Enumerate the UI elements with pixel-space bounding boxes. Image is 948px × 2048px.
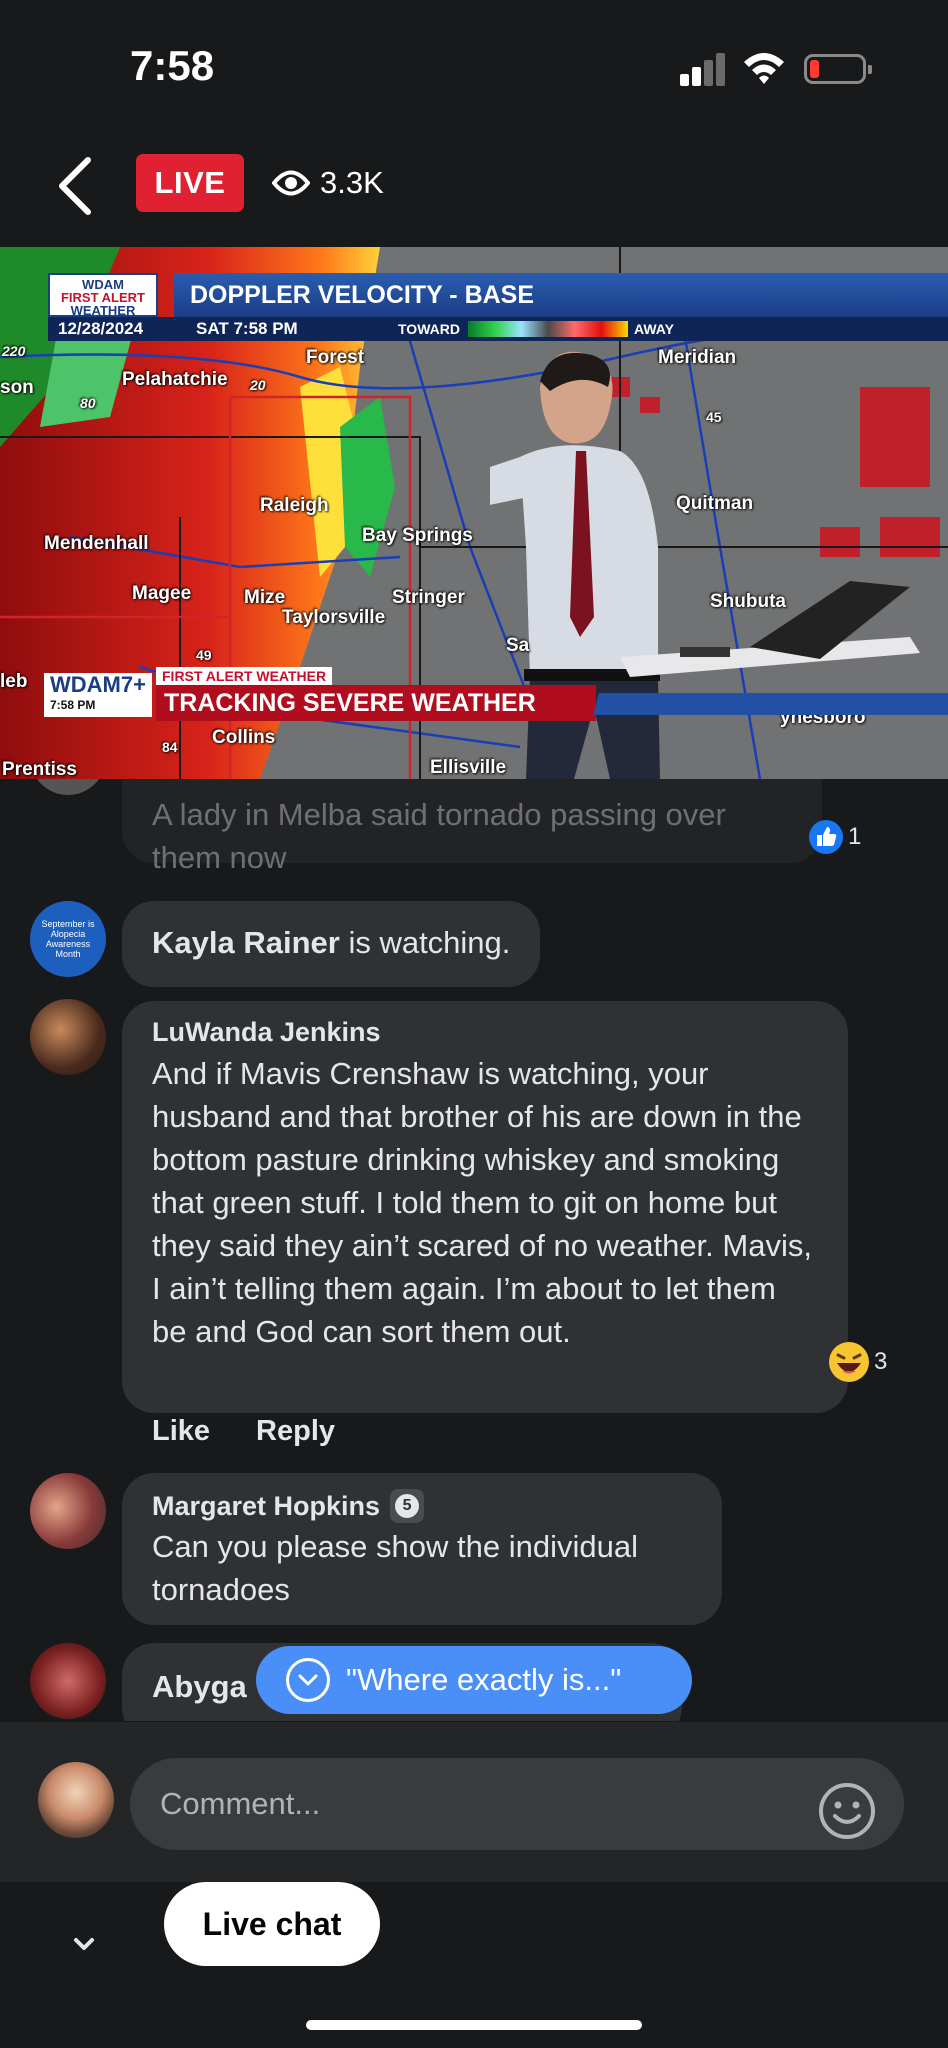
signal-icon <box>680 52 726 86</box>
badge-number: 5 <box>395 1494 420 1518</box>
map-label-leb: leb <box>0 671 28 692</box>
comment-author[interactable]: Margaret Hopkins <box>152 1491 380 1522</box>
map-label-shubuta: Shubuta <box>710 591 786 612</box>
radar-away: AWAY <box>634 321 674 337</box>
live-badge: LIVE <box>136 154 244 212</box>
map-label-hwy-84: 84 <box>162 739 178 755</box>
map-label-mize: Mize <box>244 587 286 608</box>
back-arrow-icon[interactable] <box>52 154 100 218</box>
comment-actions: Like Reply <box>152 1415 335 1448</box>
comment-reaction[interactable]: 3 <box>828 1341 887 1383</box>
avatar[interactable] <box>30 1643 106 1719</box>
map-label-hwy-20: 20 <box>250 377 266 393</box>
haha-icon <box>829 1342 869 1382</box>
comment-text: And if Mavis Crenshaw is watching, your … <box>152 1056 812 1349</box>
comment-text: Can you please show the individual torna… <box>152 1529 638 1607</box>
map-label-stringer: Stringer <box>392 587 465 608</box>
map-label-son: son <box>0 377 34 398</box>
user-avatar <box>38 1762 114 1838</box>
video-header-graphic: WDAM FIRST ALERT WEATHER DOPPLER VELOCIT… <box>48 273 948 345</box>
avatar[interactable]: September is Alopecia Awareness Month <box>30 901 106 977</box>
battery-icon <box>804 54 872 84</box>
comment-bubble: Margaret Hopkins 5 Can you please show t… <box>122 1473 722 1625</box>
velocity-scale <box>468 321 628 337</box>
live-chat-feed[interactable]: A lady in Melba said tornado passing ove… <box>0 779 948 1721</box>
reaction-count: 3 <box>874 1348 888 1375</box>
eye-icon <box>272 170 310 196</box>
lower-third-logo: WDAM7+ 7:58 PM <box>44 673 152 717</box>
new-comment-preview: "Where exactly is..." <box>346 1662 622 1697</box>
comment-author[interactable]: LuWanda Jenkins <box>152 1017 818 1048</box>
avatar[interactable] <box>30 779 106 795</box>
viewer-count: 3.3K <box>272 158 384 208</box>
viewer-count-label: 3.3K <box>320 165 384 200</box>
comment-composer <box>0 1722 948 1882</box>
lower-third-stripe <box>593 693 948 715</box>
map-label-hwy-220: 220 <box>2 343 26 359</box>
comment-text: is watching. <box>339 925 511 960</box>
comment-input[interactable] <box>130 1758 904 1850</box>
map-label-taylorsville: Taylorsville <box>282 607 386 628</box>
map-label-prentiss: Prentiss <box>2 759 77 779</box>
comment-text: A lady in Melba said tornado passing ove… <box>152 797 726 875</box>
top-bar: LIVE 3.3K <box>0 140 948 250</box>
map-label-sa: Sa <box>506 635 530 656</box>
comment-author[interactable]: Abyga <box>152 1669 247 1704</box>
station-logo-weather: WEATHER <box>70 303 136 318</box>
lower-third-tag: FIRST ALERT WEATHER <box>156 667 333 685</box>
reaction-count: 1 <box>848 823 862 850</box>
battery-level <box>810 60 819 78</box>
avatar[interactable] <box>30 1473 106 1549</box>
comment-author[interactable]: Kayla Rainer <box>152 925 340 960</box>
lower-third-logo-name: WDAM7+ <box>50 672 146 697</box>
lower-third-graphic: WDAM7+ 7:58 PM FIRST ALERT WEATHER TRACK… <box>44 667 948 737</box>
radar-toward: TOWARD <box>398 321 460 337</box>
map-label-magee: Magee <box>132 583 192 604</box>
top-fan-badge: 5 <box>390 1489 425 1523</box>
lower-third-time: 7:58 PM <box>50 698 96 712</box>
map-label-ellisville: Ellisville <box>430 757 507 778</box>
map-label-hwy-45: 45 <box>706 409 722 425</box>
status-bar: 7:58 <box>0 0 948 140</box>
chevron-down-icon <box>286 1658 330 1702</box>
map-label-quitman: Quitman <box>676 493 754 514</box>
comment-author-row: Margaret Hopkins 5 <box>152 1489 692 1523</box>
avatar-text: September is Alopecia Awareness Month <box>41 919 95 959</box>
live-video[interactable]: WDAM FIRST ALERT WEATHER DOPPLER VELOCIT… <box>0 247 948 779</box>
comment-bubble: Kayla Rainer is watching. <box>122 901 541 987</box>
map-label-pelahatchie: Pelahatchie <box>122 369 228 390</box>
map-label-bay-springs: Bay Springs <box>362 525 473 546</box>
live-chat-tab[interactable]: Live chat <box>164 1882 380 1966</box>
comment-bubble: LuWanda Jenkins And if Mavis Crenshaw is… <box>122 1001 848 1413</box>
avatar[interactable] <box>30 999 106 1075</box>
map-label-hwy-49: 49 <box>196 647 212 663</box>
bottom-bar: Live chat <box>0 1882 948 2048</box>
map-label-mendenhall: Mendenhall <box>44 533 149 554</box>
map-label-hwy-80: 80 <box>80 395 96 411</box>
wifi-icon <box>744 53 784 84</box>
radar-date: 12/28/2024 <box>58 319 144 338</box>
like-button[interactable]: Like <box>152 1415 210 1448</box>
reply-button[interactable]: Reply <box>256 1415 335 1448</box>
comment-reaction[interactable]: 1 <box>808 819 861 855</box>
lower-third-headline: TRACKING SEVERE WEATHER <box>156 685 596 721</box>
map-label-meridian: Meridian <box>658 347 737 368</box>
map-label-forest: Forest <box>306 347 365 368</box>
new-comment-jump-button[interactable]: "Where exactly is..." <box>256 1646 692 1714</box>
chevron-down-icon[interactable] <box>64 1924 104 1964</box>
like-icon <box>809 820 843 854</box>
map-label-raleigh: Raleigh <box>260 495 329 516</box>
comment-bubble: A lady in Melba said tornado passing ove… <box>122 779 822 875</box>
emoji-icon[interactable] <box>818 1782 876 1840</box>
radar-time: SAT 7:58 PM <box>196 319 298 338</box>
status-time: 7:58 <box>130 42 215 89</box>
station-logo: WDAM FIRST ALERT WEATHER <box>48 273 158 317</box>
radar-title: DOPPLER VELOCITY - BASE <box>174 273 948 317</box>
home-indicator[interactable] <box>306 2020 642 2030</box>
radar-date-bar: 12/28/2024 SAT 7:58 PM TOWARD AWAY <box>48 317 948 341</box>
